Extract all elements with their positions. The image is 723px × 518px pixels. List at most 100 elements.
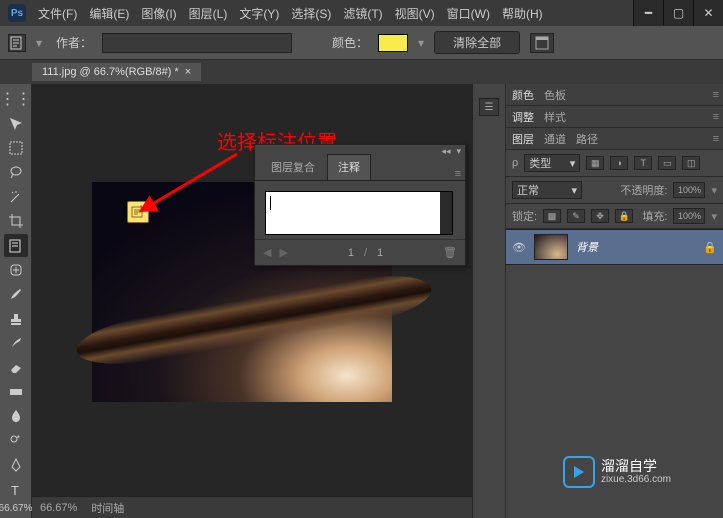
color-panel-menu[interactable]: ≡	[713, 89, 719, 101]
adjust-panel-menu[interactable]: ≡	[713, 111, 719, 123]
opacity-label: 不透明度:	[620, 182, 667, 198]
layer-thumbnail[interactable]	[534, 234, 568, 260]
tab-color[interactable]: 颜色	[512, 87, 534, 103]
eraser-tool[interactable]	[4, 356, 28, 378]
tab-swatch[interactable]: 色板	[544, 87, 566, 103]
blend-mode-dropdown[interactable]: 正常▾	[512, 181, 582, 199]
prev-note-button[interactable]: ◀	[263, 246, 271, 259]
color-label: 颜色：	[332, 34, 368, 51]
fill-value[interactable]: 100%	[673, 208, 705, 224]
layers-panel-menu[interactable]: ≡	[713, 133, 719, 145]
right-panel-dock: ☰ 颜色 色板 ≡ 调整 样式 ≡ 图层 通道 路径 ≡ ρ 类型▾ ▦	[472, 84, 723, 518]
lock-trans-icon[interactable]: ▩	[543, 209, 561, 223]
menu-file[interactable]: 文件(F)	[38, 5, 77, 22]
lock-pos-icon[interactable]: ✥	[591, 209, 609, 223]
layers-blend-row: 正常▾ 不透明度: 100% ▾	[506, 177, 723, 204]
watermark-title: 溜溜自学	[601, 459, 671, 474]
lasso-tool[interactable]	[4, 161, 28, 183]
minimize-button[interactable]: ━	[633, 0, 663, 26]
blur-tool[interactable]	[4, 405, 28, 427]
filter-shape-icon[interactable]: ▭	[658, 156, 676, 170]
tab-paths[interactable]: 路径	[576, 131, 598, 147]
filter-search-icon[interactable]: ρ	[512, 157, 518, 169]
close-button[interactable]: ✕	[693, 0, 723, 26]
gradient-tool[interactable]	[4, 381, 28, 403]
note-color-swatch[interactable]	[378, 34, 408, 52]
fill-label: 填充:	[642, 208, 667, 224]
color-panel-head: 颜色 色板 ≡	[506, 84, 723, 106]
marquee-tool[interactable]	[4, 137, 28, 159]
tab-styles[interactable]: 样式	[544, 109, 566, 125]
grabber-icon[interactable]: ⋮⋮	[4, 88, 28, 110]
crop-tool[interactable]	[4, 210, 28, 232]
tab-channels[interactable]: 通道	[544, 131, 566, 147]
wand-tool[interactable]	[4, 186, 28, 208]
author-input[interactable]	[102, 33, 292, 53]
author-label: 作者：	[56, 34, 92, 51]
menu-filter[interactable]: 滤镜(T)	[343, 5, 382, 22]
filter-adjust-icon[interactable]: ◑	[610, 156, 628, 170]
annotation-panel-toggle[interactable]	[530, 33, 554, 53]
type-tool[interactable]: T	[4, 479, 28, 501]
history-brush-tool[interactable]	[4, 332, 28, 354]
menu-layer[interactable]: 图层(L)	[189, 5, 228, 22]
tab-layers[interactable]: 图层	[512, 131, 534, 147]
filter-type-icon[interactable]: T	[634, 156, 652, 170]
note-annotation-icon[interactable]	[127, 201, 149, 223]
color-dropdown[interactable]: ▾	[418, 36, 424, 50]
visibility-toggle[interactable]: 👁	[512, 241, 526, 254]
maximize-button[interactable]: ▢	[663, 0, 693, 26]
filter-pixel-icon[interactable]: ▦	[586, 156, 604, 170]
delete-note-button[interactable]: 🗑	[443, 246, 457, 259]
tab-layer-comp[interactable]: 图层复合	[261, 155, 325, 180]
lock-icon: 🔒	[703, 241, 717, 254]
menu-help[interactable]: 帮助(H)	[502, 5, 543, 22]
menu-select[interactable]: 选择(S)	[291, 5, 331, 22]
status-timeline[interactable]: 时间轴	[91, 500, 124, 516]
tab-adjust[interactable]: 调整	[512, 109, 534, 125]
panel-menu-icon[interactable]: ≡	[455, 168, 461, 180]
brush-tool[interactable]	[4, 283, 28, 305]
menu-edit[interactable]: 编辑(E)	[89, 5, 129, 22]
document-tab-label: 111.jpg @ 66.7%(RGB/8#) *	[42, 66, 179, 78]
clear-all-button[interactable]: 清除全部	[434, 31, 520, 54]
next-note-button[interactable]: ▶	[279, 246, 287, 259]
lock-all-icon[interactable]: 🔒	[615, 209, 633, 223]
lock-pixel-icon[interactable]: ✎	[567, 209, 585, 223]
layers-filter-row: ρ 类型▾ ▦ ◑ T ▭ ◫	[506, 150, 723, 177]
play-icon	[563, 456, 595, 488]
document-tab[interactable]: 111.jpg @ 66.7%(RGB/8#) * ×	[32, 63, 201, 81]
menu-text[interactable]: 文字(Y)	[239, 5, 279, 22]
pen-tool[interactable]	[4, 454, 28, 476]
dodge-tool[interactable]	[4, 430, 28, 452]
filter-smart-icon[interactable]: ◫	[682, 156, 700, 170]
canvas-area[interactable]: 选择标注位置 ◂◂▾ 图层复合 注释 ≡ ◀ ▶ 1 /	[32, 84, 472, 518]
note-tool[interactable]	[4, 234, 28, 256]
adjust-panel-head: 调整 样式 ≡	[506, 106, 723, 128]
layer-name[interactable]: 背景	[576, 239, 598, 255]
menu-window[interactable]: 窗口(W)	[447, 5, 490, 22]
menu-image[interactable]: 图像(I)	[141, 5, 176, 22]
tool-preset-dropdown[interactable]: ▾	[36, 36, 46, 50]
fill-dropdown[interactable]: ▾	[711, 210, 717, 223]
layer-row-background[interactable]: 👁 背景 🔒	[506, 229, 723, 265]
panel-stack: 颜色 色板 ≡ 调整 样式 ≡ 图层 通道 路径 ≡ ρ 类型▾ ▦ ◑ T	[506, 84, 723, 518]
note-index: 1	[348, 247, 354, 259]
note-tool-icon[interactable]	[8, 34, 26, 52]
menu-view[interactable]: 视图(V)	[395, 5, 435, 22]
close-tab-icon[interactable]: ×	[185, 66, 191, 78]
note-scrollbar[interactable]	[440, 192, 452, 234]
move-tool[interactable]	[4, 112, 28, 134]
tab-notes[interactable]: 注释	[327, 154, 371, 180]
history-dock-icon[interactable]: ☰	[479, 98, 499, 116]
text-cursor	[270, 196, 271, 210]
opacity-dropdown[interactable]: ▾	[711, 184, 717, 197]
options-bar: ▾ 作者： 颜色： ▾ 清除全部	[0, 26, 723, 60]
filter-type-dropdown[interactable]: 类型▾	[524, 154, 580, 172]
opacity-value[interactable]: 100%	[673, 182, 705, 198]
stamp-tool[interactable]	[4, 308, 28, 330]
watermark-sub: zixue.3d66.com	[601, 474, 671, 485]
status-zoom[interactable]: 66.67%	[40, 502, 77, 514]
note-text-area[interactable]	[265, 191, 453, 235]
healing-tool[interactable]	[4, 259, 28, 281]
